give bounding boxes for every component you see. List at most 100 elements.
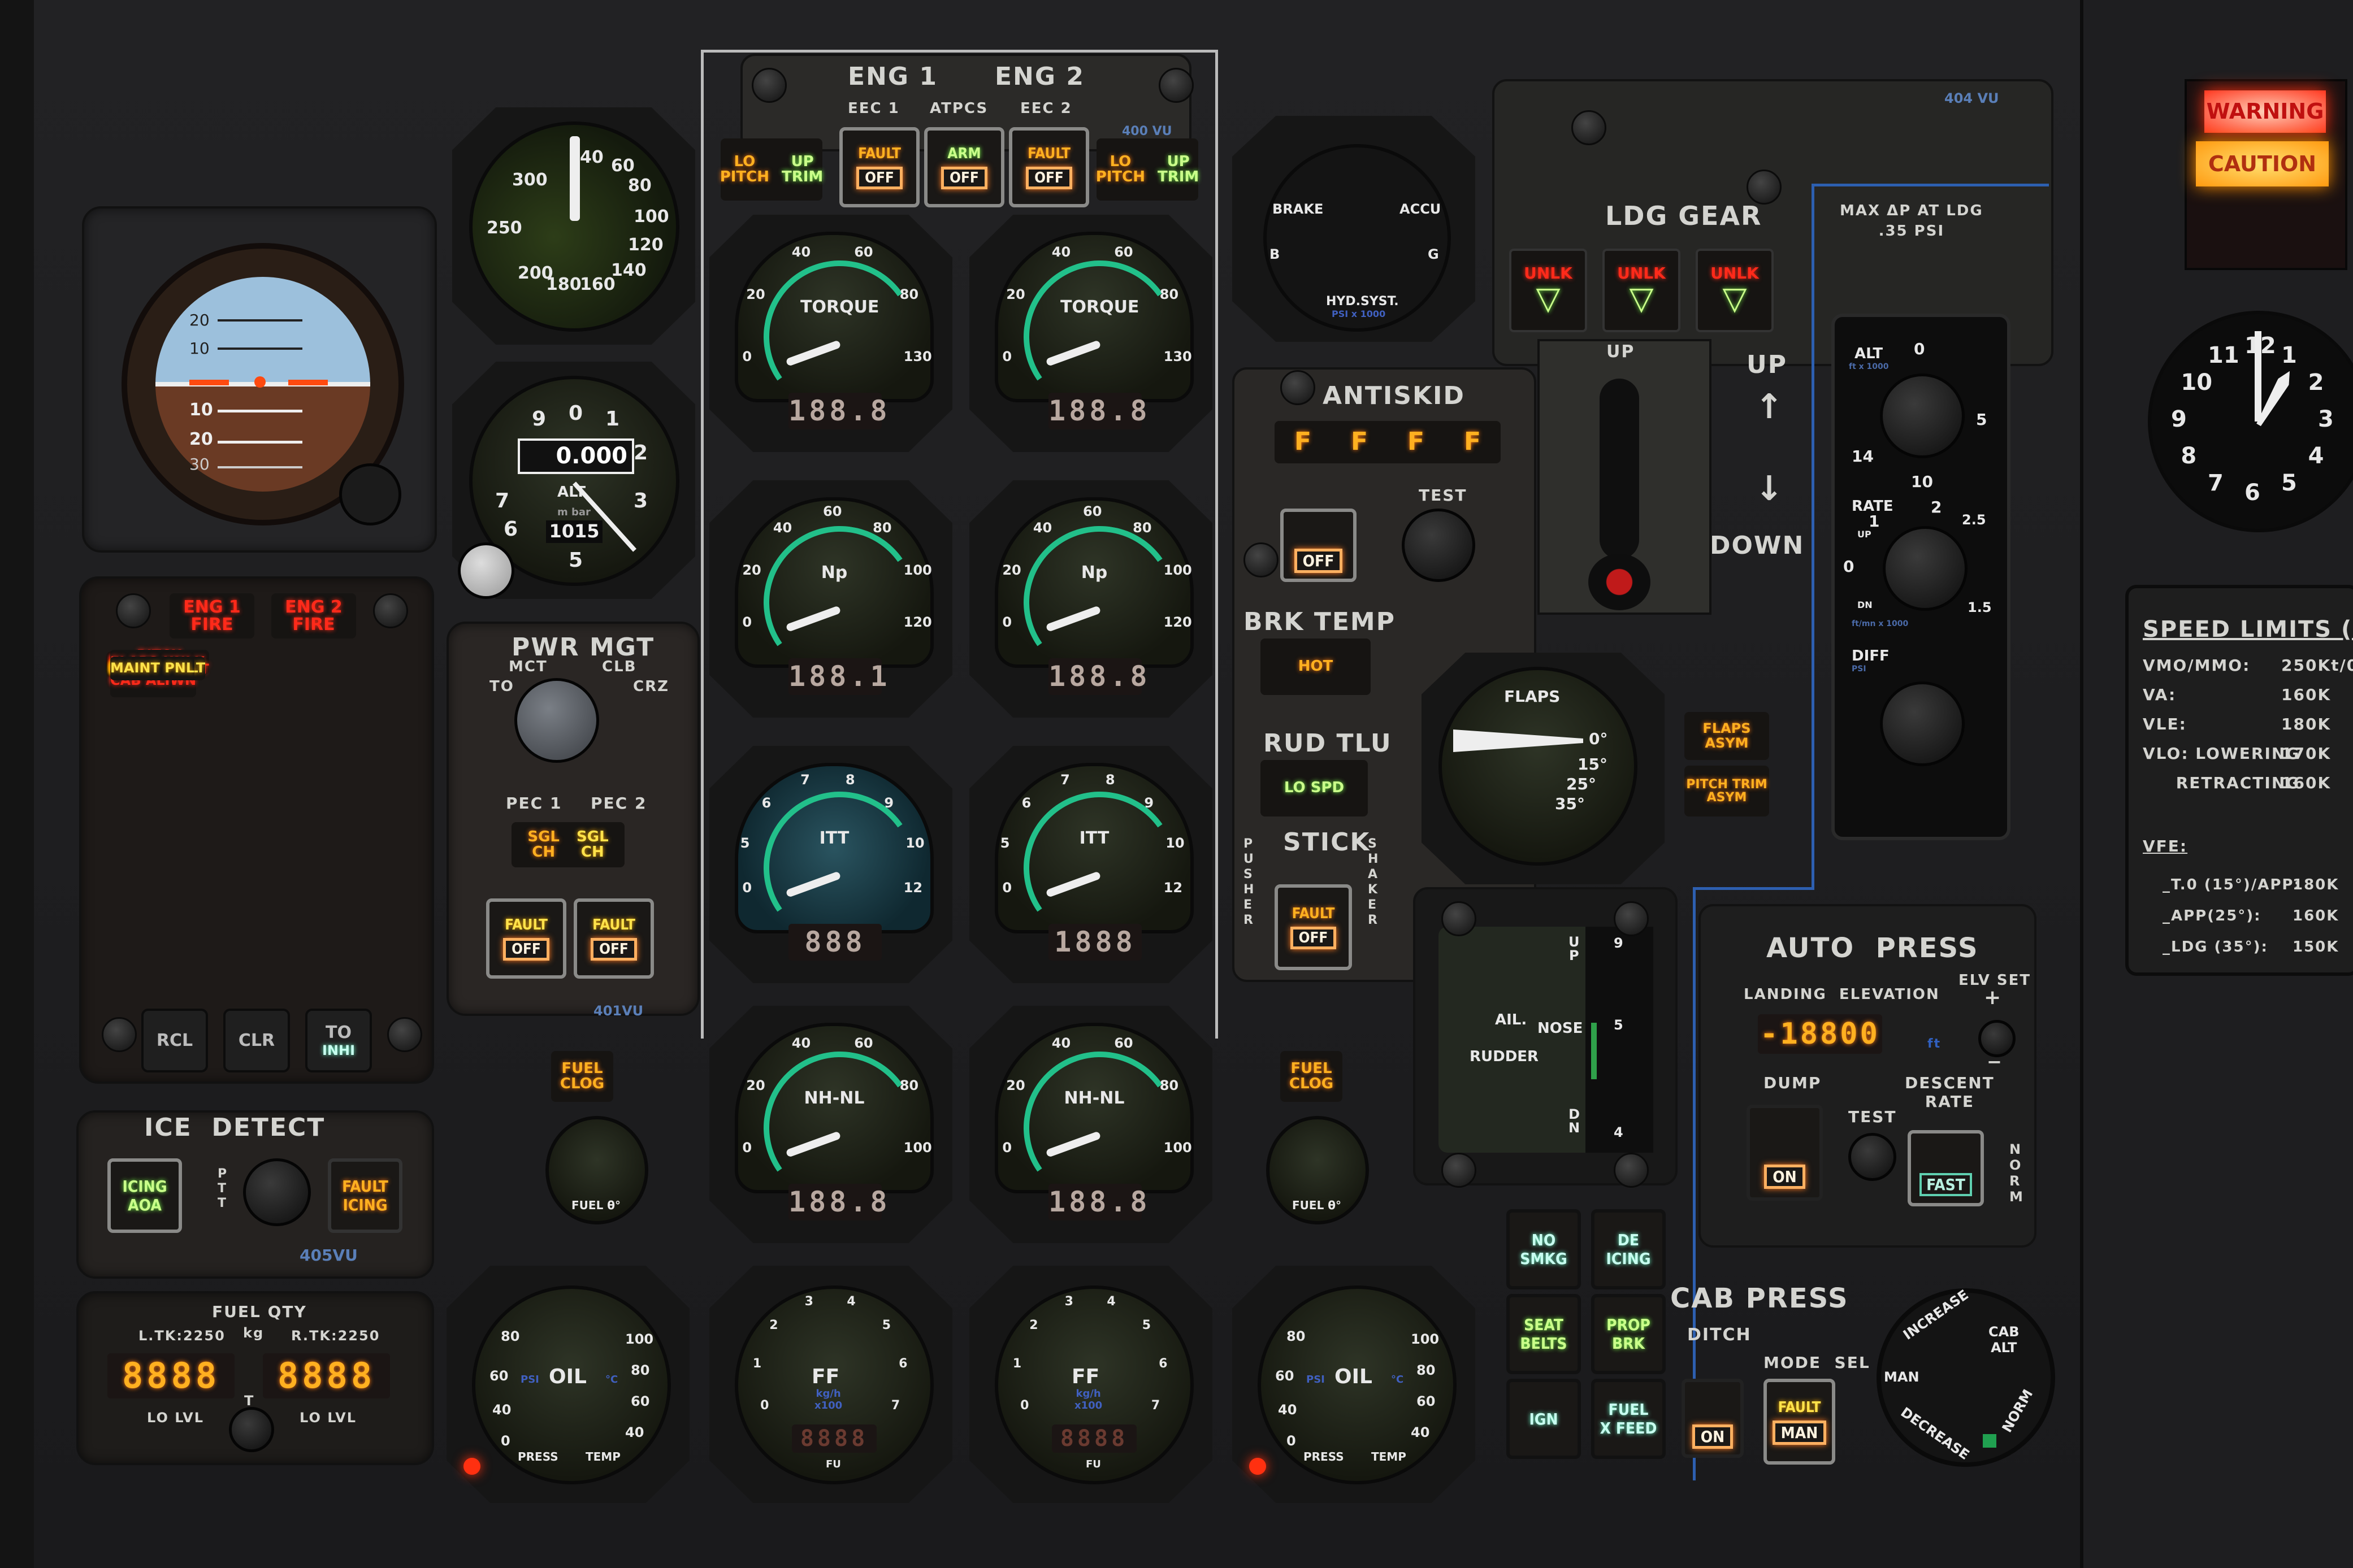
- eng1-fire-light[interactable]: ENG 1 FIRE: [170, 593, 254, 639]
- left-fuel-readout: 8888: [107, 1353, 235, 1398]
- ditch-on-button[interactable]: ON: [1682, 1379, 1744, 1458]
- cabin-diff-dial: [1880, 681, 1965, 766]
- landing-gear-lever[interactable]: [1600, 379, 1639, 559]
- rcl-button[interactable]: RCL: [141, 1009, 208, 1072]
- atpcs-off-label: OFF: [941, 167, 987, 189]
- misc-pushbutton-de-icing[interactable]: DE ICING: [1591, 1209, 1666, 1289]
- ptt-button[interactable]: [243, 1158, 311, 1226]
- altimeter-tick: 0: [569, 402, 583, 425]
- airspeed-tick-label: 80: [628, 176, 652, 196]
- pitch-trim-scale-label: 5: [1614, 1017, 1623, 1033]
- antiskid-lights: F F F F: [1275, 421, 1501, 463]
- attitude-cage-knob[interactable]: [339, 463, 401, 525]
- flaps-gauge: FLAPS 0° 15° 25° 35°: [1438, 667, 1637, 866]
- eng2-lo-pitch: LO PITCH: [1095, 153, 1145, 185]
- ff-tick-label: 6: [899, 1357, 908, 1371]
- pec2-fault-off-button[interactable]: FAULT OFF: [574, 898, 654, 979]
- gauge-label: OIL: [549, 1365, 587, 1388]
- gauge-tick-label: 10: [905, 835, 925, 851]
- to-label: TO: [326, 1023, 352, 1043]
- cabin-alt-tick: 10: [1911, 472, 1933, 491]
- gear-lever-up-label: UP: [1606, 342, 1635, 362]
- gauge-tick-label: 10: [1165, 835, 1185, 851]
- gear-down-triangle-icon: ▽: [1536, 280, 1561, 317]
- stick-pusher-fault-off-button[interactable]: FAULT OFF: [1275, 884, 1352, 970]
- oil-press-label: PRESS: [1303, 1450, 1344, 1463]
- antiskid-test-button[interactable]: [1402, 509, 1475, 582]
- ail-label: AIL.: [1495, 1011, 1527, 1028]
- eng2-fire-light[interactable]: ENG 2 FIRE: [271, 593, 356, 639]
- airspeed-tick-label: 40: [580, 147, 604, 167]
- clock-minute-hand: [2255, 331, 2261, 422]
- pec1-off-label: OFF: [503, 938, 549, 961]
- baro-set-knob[interactable]: [458, 542, 514, 599]
- panel-screw: [373, 593, 408, 628]
- gauge-tick-label: 60: [854, 244, 873, 260]
- eec2-fault-off-button[interactable]: FAULT OFF: [1009, 127, 1089, 207]
- cabin-alt-label: ALT: [1854, 345, 1883, 362]
- pec1-fault-off-button[interactable]: FAULT OFF: [486, 898, 566, 979]
- gear-unlk-indicator: UNLK ▽: [1509, 249, 1587, 332]
- clock-numeral: 2: [2308, 370, 2324, 396]
- gauge-tick-label: 20: [746, 1078, 765, 1094]
- antiskid-test-label: TEST: [1419, 486, 1467, 505]
- misc-pushbutton-prop-brk[interactable]: PROP BRK: [1591, 1294, 1666, 1374]
- antiskid-off-label: OFF: [1294, 549, 1343, 573]
- fault-label: FAULT: [342, 1177, 388, 1196]
- descent-rate-fast-button[interactable]: FAST: [1908, 1130, 1984, 1206]
- dump-on-button[interactable]: ON: [1747, 1105, 1823, 1201]
- brake-label: BRAKE: [1272, 201, 1324, 217]
- gauge-tick-label: 60: [1114, 244, 1133, 260]
- eec1-fault-off-button[interactable]: FAULT OFF: [839, 127, 920, 207]
- master-warning-light[interactable]: WARNING: [2204, 90, 2326, 133]
- gauge-tick-label: 12: [903, 880, 923, 896]
- to-inhibit-button[interactable]: TO INHI: [305, 1009, 372, 1072]
- clock-numeral: 1: [2281, 342, 2297, 369]
- gauge-tick-label: 0: [742, 880, 752, 896]
- auto-press-test-button[interactable]: [1848, 1133, 1896, 1181]
- aircraft-symbol-dot: [254, 376, 266, 388]
- flaps-pos-label: 25°: [1566, 775, 1596, 793]
- ff-tick-label: 5: [1142, 1318, 1151, 1332]
- gauge-tick-label: 60: [854, 1035, 873, 1051]
- button-label-line1: PROP: [1606, 1315, 1650, 1334]
- pwr-mgt-selector-knob[interactable]: [514, 678, 599, 763]
- cab-alt-manual-knob[interactable]: INCREASE DECREASE MAN CAB ALT NORM: [1877, 1287, 2055, 1467]
- cabin-rate-tick: 1: [1869, 512, 1880, 531]
- pitch-line: [218, 410, 302, 412]
- fault-icing-button[interactable]: FAULT ICING: [328, 1158, 402, 1233]
- misc-pushbutton-no-smkg[interactable]: NO SMKG: [1506, 1209, 1581, 1289]
- button-label-line2: BELTS: [1520, 1334, 1567, 1353]
- icing-aoa-button[interactable]: ICING AOA: [107, 1158, 182, 1233]
- gauge-tick-label: 5: [1000, 835, 1010, 851]
- pitch-trim-green-band: [1591, 1023, 1597, 1079]
- antiskid-f-light: F: [1407, 427, 1425, 457]
- atpcs-arm-off-button[interactable]: ARM OFF: [924, 127, 1004, 207]
- ff-tick-label: 0: [1020, 1398, 1029, 1413]
- ff-tick-label: 3: [804, 1295, 813, 1309]
- master-caution-light[interactable]: CAUTION: [2196, 141, 2329, 186]
- trim-dn-label: D N: [1568, 1106, 1580, 1136]
- pec2-fault-label: FAULT: [592, 917, 635, 933]
- gauge-tick-label: 40: [791, 1035, 811, 1051]
- misc-pushbutton-seat-belts[interactable]: SEAT BELTS: [1506, 1294, 1581, 1374]
- misc-pushbutton-ign[interactable]: IGN: [1506, 1379, 1581, 1459]
- fuel-qty-title: FUEL QTY: [212, 1302, 307, 1321]
- misc-pushbutton-fuel-x-feed[interactable]: FUEL X FEED: [1591, 1379, 1666, 1459]
- ff-tick-label: 2: [1029, 1318, 1038, 1332]
- stick-off-label: OFF: [1290, 927, 1337, 949]
- panel-screw: [1614, 1153, 1649, 1188]
- trim-up-label: U P: [1568, 934, 1580, 963]
- mode-sel-label: MODE SEL: [1763, 1353, 1870, 1372]
- airspeed-tick-label: 300: [512, 170, 548, 190]
- dump-on-label: ON: [1764, 1165, 1805, 1189]
- hyd-title: HYD.SYST.: [1326, 294, 1399, 309]
- gear-up-label: UP: [1747, 350, 1787, 379]
- mode-sel-fault-man-button[interactable]: FAULT MAN: [1763, 1379, 1835, 1465]
- ff-unit-label: kg/h x100: [814, 1388, 843, 1411]
- landing-gear-lever-knob[interactable]: [1588, 554, 1650, 610]
- caution-light: MAINT PNL: [110, 657, 195, 680]
- clr-button[interactable]: CLR: [223, 1009, 290, 1072]
- fuel-test-button[interactable]: [229, 1407, 274, 1452]
- antiskid-off-button[interactable]: OFF: [1280, 509, 1357, 582]
